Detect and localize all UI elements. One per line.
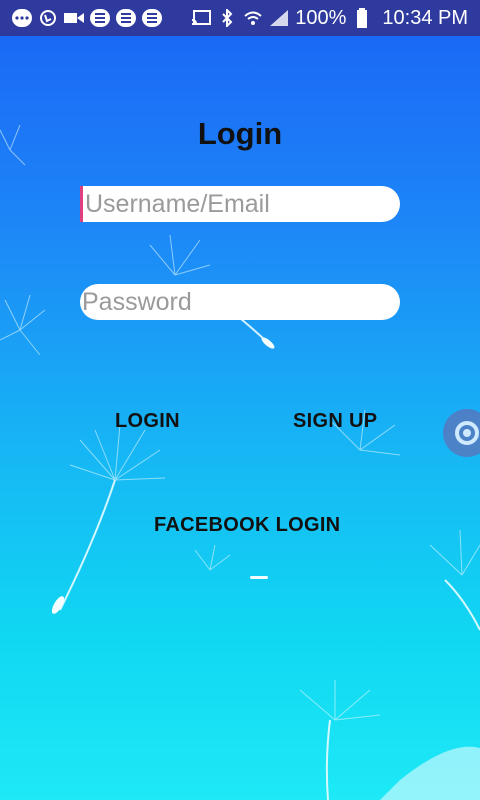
status-bar: 100% 10:34 PM (0, 0, 480, 36)
battery-icon (352, 8, 372, 28)
bluetooth-icon (217, 9, 237, 27)
message-icon (116, 9, 136, 27)
login-button[interactable]: LOGIN (105, 404, 190, 439)
notification-icons (12, 9, 162, 27)
video-icon (64, 9, 84, 27)
wifi-icon (243, 9, 263, 27)
message-icon (90, 9, 110, 27)
cast-icon (191, 9, 212, 27)
message-icon (142, 9, 162, 27)
username-field[interactable] (80, 186, 400, 222)
system-icons: 100% 10:34 PM (191, 7, 468, 30)
page-title: Login (197, 116, 283, 151)
password-field[interactable] (80, 284, 400, 320)
signal-icon (269, 9, 289, 27)
dots-icon (12, 9, 32, 27)
viber-icon (38, 9, 58, 27)
facebook-login-button[interactable]: FACEBOOK LOGIN (144, 508, 350, 543)
target-icon (455, 421, 479, 445)
sign-up-button[interactable]: SIGN UP (283, 404, 387, 439)
clock: 10:34 PM (382, 6, 468, 29)
battery-percent: 100% (295, 6, 347, 29)
